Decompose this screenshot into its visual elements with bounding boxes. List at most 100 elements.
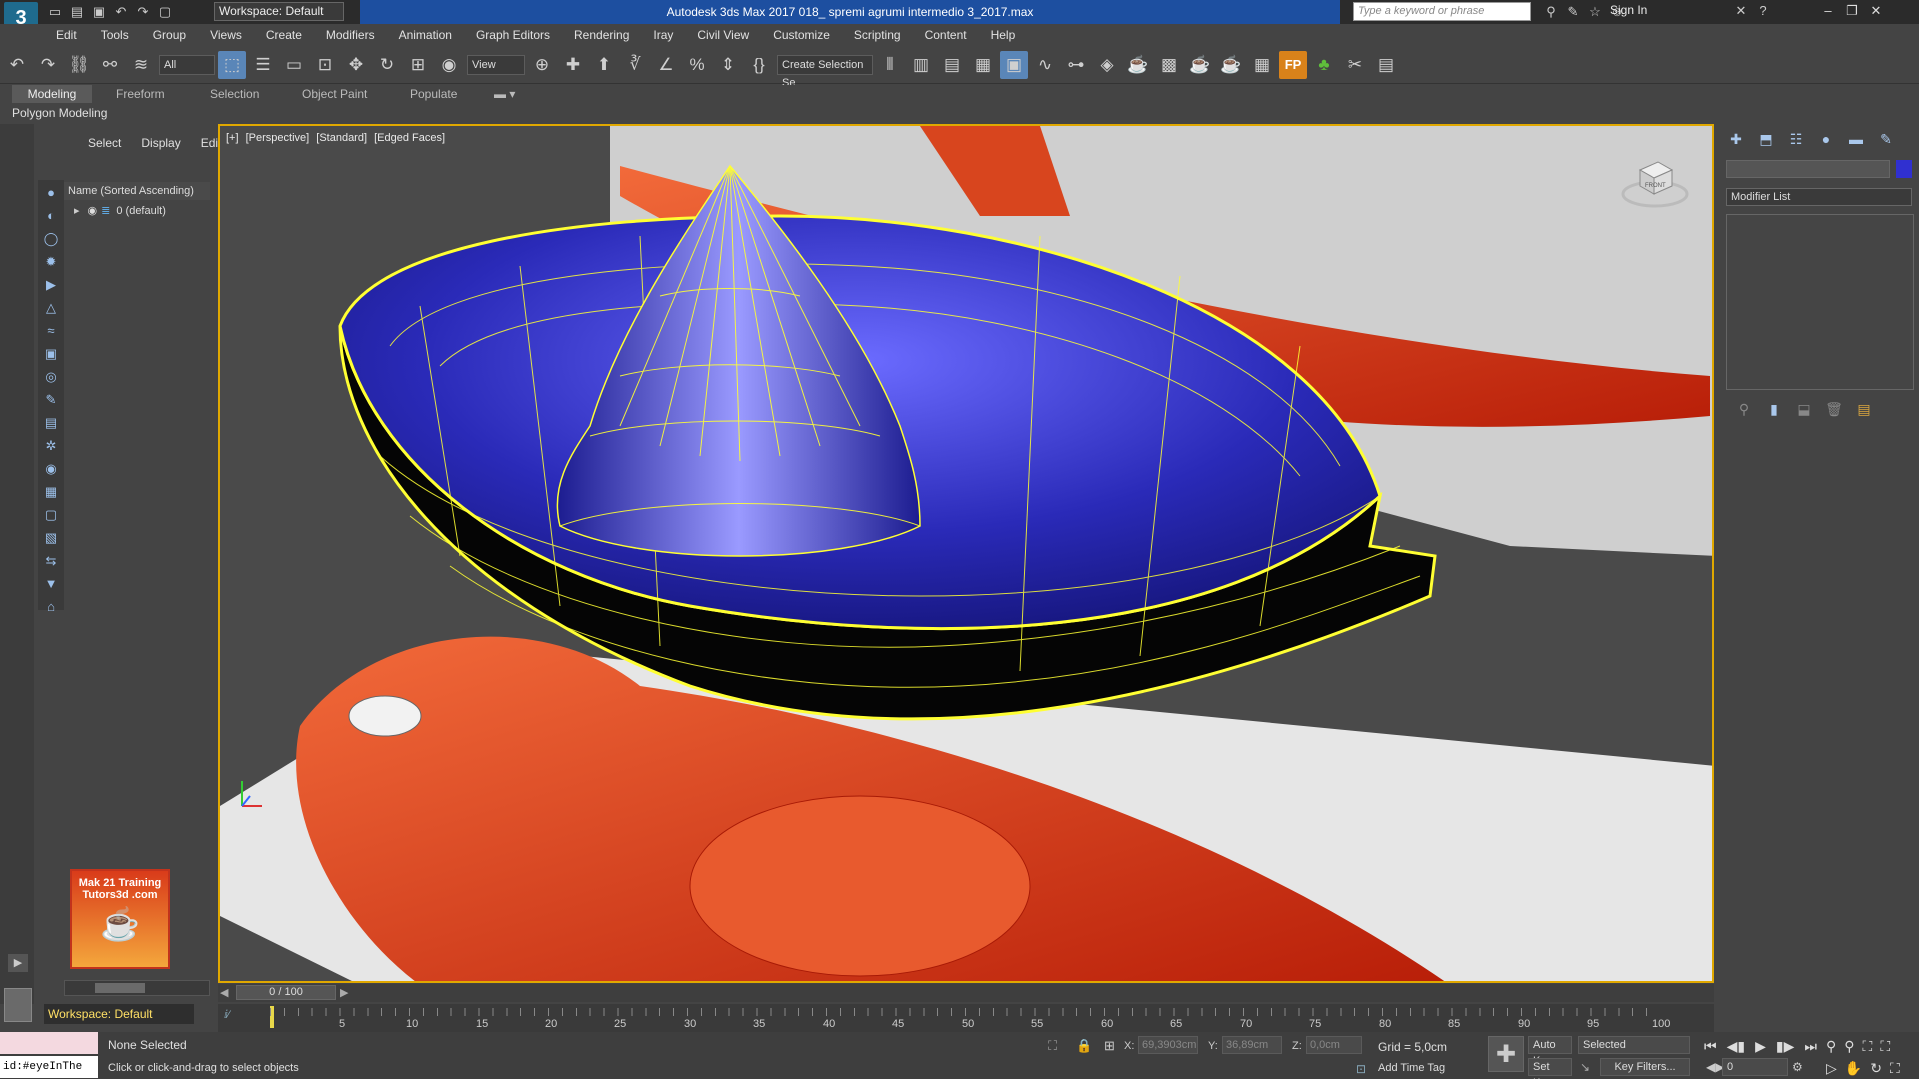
go-to-end-icon[interactable]: ⏭ xyxy=(1804,1038,1817,1055)
select-all-icon[interactable]: ▦ xyxy=(41,482,61,502)
current-frame-field[interactable]: 0 xyxy=(1722,1058,1788,1076)
time-next-icon[interactable]: ▶ xyxy=(340,986,348,999)
place-icon[interactable]: ◉ xyxy=(435,51,463,79)
favorites-icon[interactable]: ☆ xyxy=(1586,3,1604,21)
scale-icon[interactable]: ⊞ xyxy=(404,51,432,79)
percent-snap-icon[interactable]: % xyxy=(683,51,711,79)
render-production-icon[interactable]: ☕ xyxy=(1186,51,1214,79)
bones-filter-icon[interactable]: ✎ xyxy=(41,390,61,410)
ribbon-tab-populate[interactable]: Populate xyxy=(400,85,467,103)
perspective-viewport[interactable]: [+] [Perspective] [Standard] [Edged Face… xyxy=(218,124,1714,983)
select-none-icon[interactable]: ▢ xyxy=(41,505,61,525)
redo-icon[interactable]: ↷ xyxy=(34,51,62,79)
viewcube[interactable]: FRONT xyxy=(1620,156,1690,212)
undo-icon[interactable]: ↶ xyxy=(112,3,130,21)
containers-filter-icon[interactable]: ▤ xyxy=(41,413,61,433)
maxscript-mini-icon[interactable] xyxy=(4,988,32,1022)
subscription-icon[interactable]: ✎ xyxy=(1564,3,1582,21)
zoom-extents-all-icon[interactable]: ⛶ xyxy=(1880,1038,1890,1055)
helpers-filter-icon[interactable]: △ xyxy=(41,298,61,318)
menu-create[interactable]: Create xyxy=(254,24,314,46)
set-key-big-button[interactable]: ✚ xyxy=(1488,1036,1524,1072)
menu-customize[interactable]: Customize xyxy=(761,24,842,46)
menu-group[interactable]: Group xyxy=(141,24,198,46)
explorer-menu-display[interactable]: Display xyxy=(131,134,190,152)
invert-selection-icon[interactable]: ▧ xyxy=(41,528,61,548)
set-key-button[interactable]: Set Key xyxy=(1528,1058,1572,1079)
render-cloud-icon[interactable]: ▦ xyxy=(1248,51,1276,79)
menu-views[interactable]: Views xyxy=(198,24,254,46)
open-file-icon[interactable]: ▤ xyxy=(68,3,86,21)
render-setup-icon[interactable]: ☕ xyxy=(1124,51,1152,79)
xrefs-filter-icon[interactable]: ◎ xyxy=(41,367,61,387)
lights-filter-icon[interactable]: ✹ xyxy=(41,252,61,272)
tools-icon[interactable]: ✂ xyxy=(1341,51,1369,79)
ribbon-options-icon[interactable]: ▬ ▾ xyxy=(484,85,525,103)
pin-stack-icon[interactable]: ⚲ xyxy=(1732,398,1756,420)
zoom-all-icon[interactable]: ⚲ xyxy=(1844,1038,1854,1055)
align-icon[interactable]: ▥ xyxy=(907,51,935,79)
link-icon[interactable]: ⛓ xyxy=(65,51,93,79)
key-filters-button[interactable]: Key Filters... xyxy=(1600,1058,1690,1076)
orbit-icon[interactable]: ↻ xyxy=(1870,1060,1882,1077)
track-bar[interactable]: ⅈ∕ 5 10 15 20 25 30 35 40 45 50 55 60 65… xyxy=(218,1004,1714,1032)
window-crossing-icon[interactable]: ⊡ xyxy=(311,51,339,79)
make-unique-icon[interactable]: ⬓ xyxy=(1792,398,1816,420)
next-frame-icon[interactable]: ▮▶ xyxy=(1776,1038,1794,1055)
cameras-filter-icon[interactable]: ▶ xyxy=(41,275,61,295)
time-tag-icon[interactable]: ⊡ xyxy=(1356,1062,1366,1076)
isolate-icon[interactable]: ⛶ xyxy=(1048,1038,1057,1054)
z-coord-field[interactable]: 0,0cm xyxy=(1306,1036,1362,1054)
viewport-shading-standard[interactable]: [Standard] xyxy=(316,132,367,144)
menu-modifiers[interactable]: Modifiers xyxy=(314,24,387,46)
menu-content[interactable]: Content xyxy=(913,24,979,46)
project-icon[interactable]: ▢ xyxy=(156,3,174,21)
menu-graph-editors[interactable]: Graph Editors xyxy=(464,24,562,46)
menu-iray[interactable]: Iray xyxy=(641,24,685,46)
exchange-icon[interactable]: ✕ xyxy=(1732,2,1750,20)
layer-explorer-icon[interactable]: ▤ xyxy=(938,51,966,79)
modifier-stack[interactable] xyxy=(1726,214,1914,390)
selection-lock-icon[interactable]: 🔒 xyxy=(1076,1038,1092,1054)
edit-named-selection-icon[interactable]: {} xyxy=(745,51,773,79)
pan-icon[interactable]: ✋ xyxy=(1845,1060,1862,1077)
fp-script-button[interactable]: FP xyxy=(1279,50,1307,79)
scrollbar-thumb[interactable] xyxy=(95,983,145,993)
snaps-toggle-icon[interactable]: ∛ xyxy=(621,51,649,79)
search-input[interactable]: Type a keyword or phrase xyxy=(1353,2,1531,21)
layer-row[interactable]: ▸ ◉ ≣ 0 (default) xyxy=(64,202,210,220)
explorer-column-header[interactable]: Name (Sorted Ascending) xyxy=(64,182,210,200)
plugin-tree-icon[interactable]: ♣ xyxy=(1310,51,1338,79)
x-coord-field[interactable]: 69,3903cm xyxy=(1138,1036,1198,1054)
zoom-extents-icon[interactable]: ⛶ xyxy=(1863,1038,1873,1055)
undo-icon[interactable]: ↶ xyxy=(3,51,31,79)
select-object-icon[interactable]: ⬚ xyxy=(218,50,246,79)
material-editor-icon[interactable]: ◈ xyxy=(1093,51,1121,79)
explorer-horizontal-scrollbar[interactable] xyxy=(64,980,210,996)
display-all-icon[interactable]: ● xyxy=(41,183,61,203)
groups-filter-icon[interactable]: ▣ xyxy=(41,344,61,364)
show-end-result-icon[interactable]: ▮ xyxy=(1762,398,1786,420)
curve-editor-icon[interactable]: ∿ xyxy=(1031,51,1059,79)
explorer-menu-select[interactable]: Select xyxy=(78,134,131,152)
new-file-icon[interactable]: ▭ xyxy=(46,3,64,21)
object-name-field[interactable] xyxy=(1726,160,1890,178)
named-selection-dropdown[interactable]: Create Selection Se xyxy=(777,54,873,89)
menu-scripting[interactable]: Scripting xyxy=(842,24,913,46)
angle-snap-icon[interactable]: ∠ xyxy=(652,51,680,79)
menu-rendering[interactable]: Rendering xyxy=(562,24,641,46)
viewport-shading-mode[interactable]: [Edged Faces] xyxy=(374,132,445,144)
viewport-point-of-view[interactable]: [Perspective] xyxy=(246,132,310,144)
keyboard-shortcut-icon[interactable]: ⬆ xyxy=(590,51,618,79)
key-mode-icon[interactable]: ↘ xyxy=(1580,1060,1590,1074)
spinner-snap-icon[interactable]: ⇕ xyxy=(714,51,742,79)
y-coord-field[interactable]: 36,89cm xyxy=(1222,1036,1282,1054)
minimize-icon[interactable]: – xyxy=(1816,1,1840,21)
close-icon[interactable]: ✕ xyxy=(1864,1,1888,21)
sign-in-link[interactable]: Sign In xyxy=(1610,3,1647,17)
menu-help[interactable]: Help xyxy=(979,24,1028,46)
expand-arrow-icon[interactable]: ▶ xyxy=(8,954,28,972)
binoculars-icon[interactable]: ⚲ xyxy=(1542,3,1560,21)
ribbon-toggle-icon[interactable]: ▦ xyxy=(969,51,997,79)
rotate-icon[interactable]: ↻ xyxy=(373,51,401,79)
